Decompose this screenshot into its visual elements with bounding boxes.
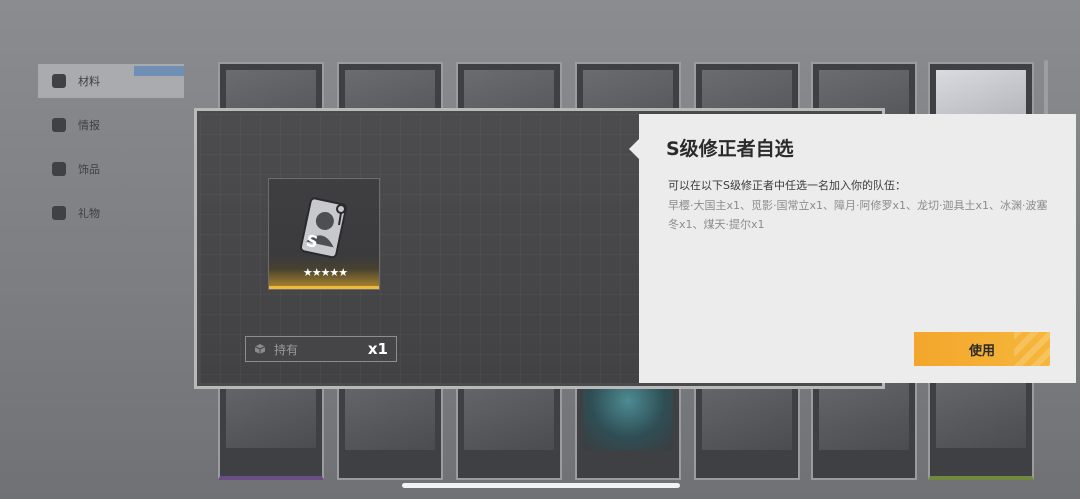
sidebar-item-intel[interactable]: 情报 [38, 108, 184, 142]
item-preview-pane: S ★★★★★ 持有 x1 [200, 114, 639, 383]
gifts-icon [52, 206, 66, 220]
s-rank-card-icon: S [299, 197, 347, 259]
owned-label: 持有 [274, 342, 299, 357]
home-indicator[interactable] [402, 483, 680, 488]
item-title: S级修正者自选 [666, 138, 794, 160]
accessories-icon [52, 162, 66, 176]
inventory-cube-icon [254, 344, 266, 354]
sidebar-item-label: 材料 [78, 75, 100, 88]
rarity-stars: ★★★★★ [302, 266, 348, 279]
sidebar-item-label: 饰品 [78, 163, 100, 176]
use-button[interactable]: 使用 [914, 332, 1050, 366]
materials-icon [52, 74, 66, 88]
item-description-intro: 可以在以下S级修正者中任选一名加入你的队伍： [668, 179, 906, 192]
sidebar-item-gifts[interactable]: 礼物 [38, 196, 184, 230]
intel-icon [52, 118, 66, 132]
use-button-label: 使用 [968, 342, 995, 358]
owned-count: x1 [367, 340, 388, 358]
sidebar-item-label: 礼物 [78, 207, 100, 220]
owned-count-box: 持有 x1 [245, 336, 397, 362]
item-info-pane: S级修正者自选 可以在以下S级修正者中任选一名加入你的队伍： 早樱·大国主x1、… [629, 114, 1076, 383]
sidebar-item-label: 情报 [78, 119, 100, 132]
sidebar-item-accessories[interactable]: 饰品 [38, 152, 184, 186]
new-tag [134, 66, 184, 76]
item-icon-frame: S ★★★★★ [268, 178, 380, 290]
inventory-sidebar: 材料 情报 饰品 礼物 [38, 64, 188, 244]
sidebar-item-materials[interactable]: 材料 [38, 64, 184, 98]
item-description-list: 早樱·大国主x1、觅影·国常立x1、障月·阿修罗x1、龙切·迦具土x1、冰渊·波… [668, 199, 1048, 231]
item-detail-modal: S ★★★★★ 持有 x1 S级修正者自选 可以在以下S级修正者中任选一名加入你… [197, 111, 1076, 386]
pane-notch [629, 139, 639, 159]
